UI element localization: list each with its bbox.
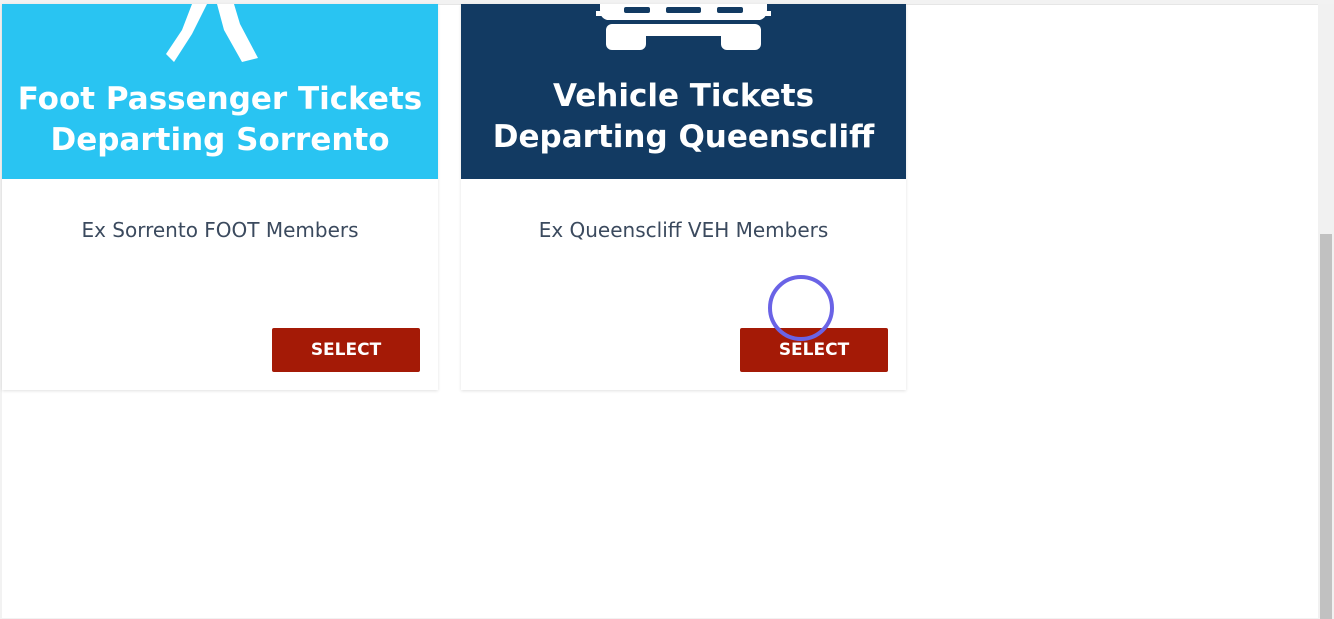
- card-banner: Vehicle Tickets Departing Queenscliff: [461, 4, 906, 179]
- banner-title-line2: Departing Queenscliff: [492, 119, 875, 155]
- card-subtitle: Ex Queenscliff VEH Members: [538, 218, 829, 242]
- scrollbar-thumb[interactable]: [1320, 234, 1332, 619]
- card-subtitle: Ex Sorrento FOOT Members: [81, 218, 359, 242]
- banner-title: Vehicle Tickets Departing Queenscliff: [461, 76, 906, 158]
- banner-title-line1: Foot Passenger Tickets: [17, 81, 423, 117]
- car-icon: [596, 4, 771, 50]
- select-button[interactable]: SELECT: [272, 328, 420, 372]
- banner-title-line2: Departing Sorrento: [50, 122, 390, 158]
- banner-title: Foot Passenger Tickets Departing Sorrent…: [2, 79, 438, 161]
- walking-person-icon: [166, 4, 258, 62]
- select-button[interactable]: SELECT: [740, 328, 888, 372]
- card-banner: Foot Passenger Tickets Departing Sorrent…: [2, 4, 438, 179]
- banner-title-line1: Vehicle Tickets: [552, 78, 815, 114]
- ticket-card-vehicle-queenscliff: Vehicle Tickets Departing Queenscliff Ex…: [461, 4, 906, 390]
- ticket-card-foot-sorrento: Foot Passenger Tickets Departing Sorrent…: [2, 4, 438, 390]
